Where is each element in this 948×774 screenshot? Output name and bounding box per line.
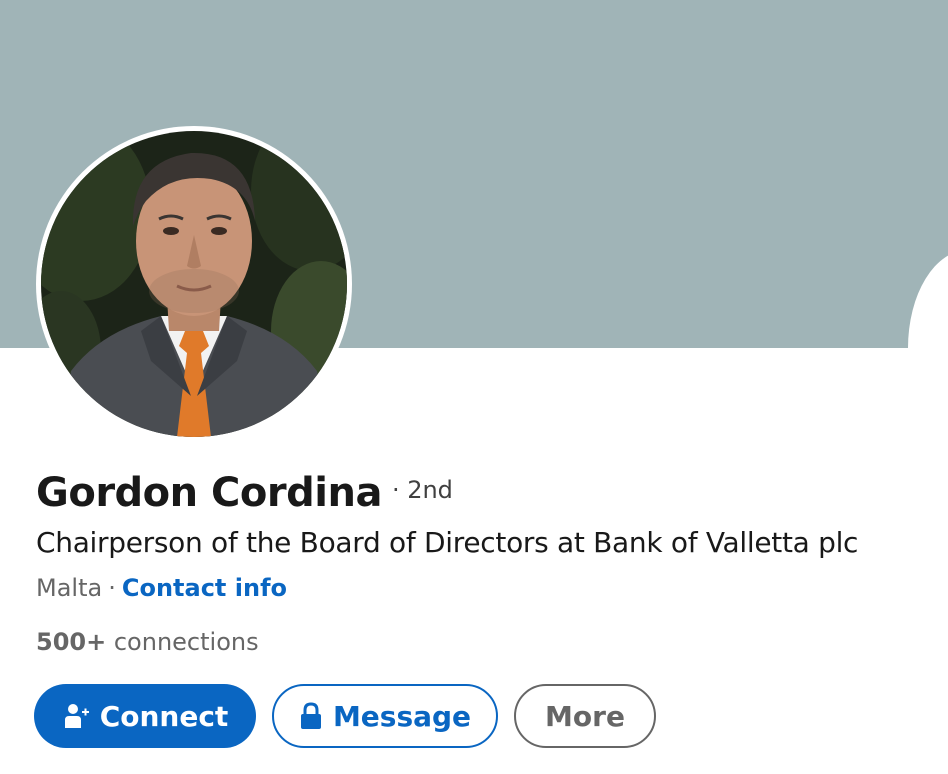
message-label: Message [332,699,472,733]
connection-degree: · 2nd [391,476,453,504]
lock-icon [299,702,323,730]
profile-name: Gordon Cordina [36,470,382,516]
avatar-photo [41,131,347,437]
profile-actions: Connect Message More [34,684,656,748]
connections-label: connections [113,628,259,656]
profile-card: Gordon Cordina · 2nd Chairperson of the … [0,0,948,774]
connect-button[interactable]: Connect [34,684,256,748]
message-button[interactable]: Message [272,684,498,748]
profile-location: Malta [36,574,103,602]
add-person-icon [62,702,90,730]
profile-avatar[interactable] [36,126,352,442]
name-row: Gordon Cordina · 2nd [36,470,453,516]
connections-row[interactable]: 500+ connections [36,628,259,656]
profile-headline: Chairperson of the Board of Directors at… [36,526,859,559]
more-button[interactable]: More [514,684,656,748]
contact-info-link[interactable]: Contact info [122,574,287,602]
connect-label: Connect [99,699,229,733]
location-separator: · [108,574,116,602]
location-row: Malta · Contact info [36,574,287,602]
connections-count: 500+ [36,628,107,656]
more-label: More [545,699,625,733]
